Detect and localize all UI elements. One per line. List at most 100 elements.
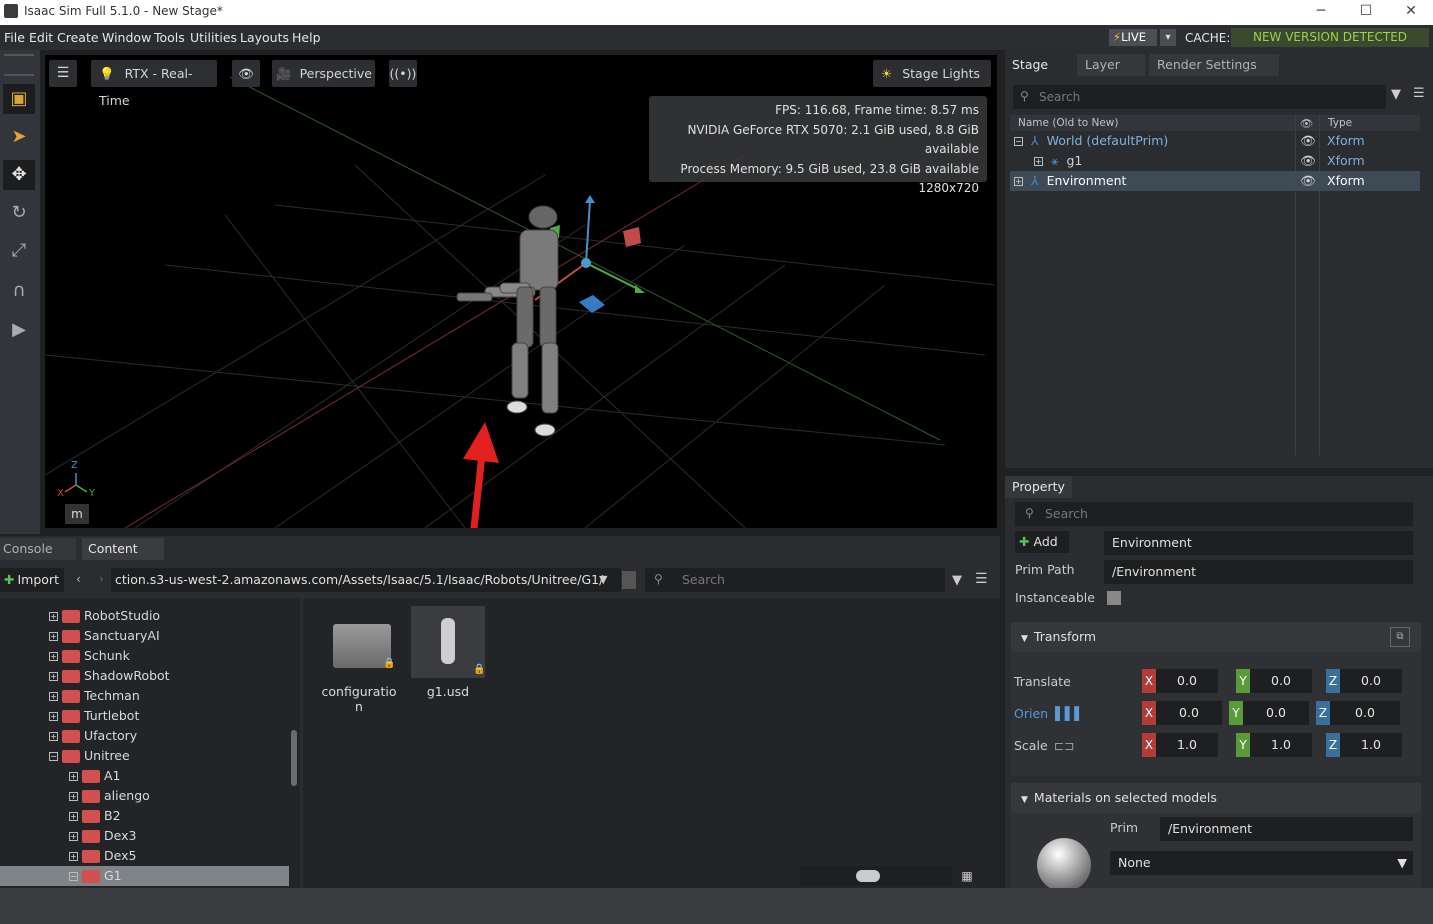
tab-layer[interactable]: Layer	[1077, 54, 1145, 76]
tree-scrollbar[interactable]	[291, 730, 297, 786]
broadcast-icon[interactable]: ((•))	[389, 60, 417, 87]
orient-y-field[interactable]: 0.0	[1243, 701, 1309, 725]
instanceable-checkbox[interactable]	[1107, 591, 1121, 605]
expand-icon[interactable]: +	[49, 652, 58, 661]
orient-label[interactable]: Orien ▐▐▐	[1014, 706, 1079, 721]
select-mode-icon[interactable]: ▣	[3, 84, 35, 114]
visibility-eye-icon[interactable]: 👁	[1300, 151, 1316, 171]
expand-icon[interactable]: +	[49, 612, 58, 621]
expand-icon[interactable]: +	[69, 772, 78, 781]
stage-row-environment[interactable]: + ⅄ Environment 👁 Xform	[1010, 171, 1420, 191]
menu-layouts[interactable]: Layouts	[240, 30, 289, 45]
collapse-icon[interactable]: −	[49, 752, 58, 761]
cache-status-badge[interactable]: NEW VERSION DETECTED	[1231, 28, 1429, 47]
collapse-icon[interactable]: −	[1014, 137, 1023, 146]
menu-file[interactable]: File	[4, 30, 25, 45]
filter-icon[interactable]: ▼	[1391, 87, 1401, 102]
property-search-input[interactable]: Search	[1015, 502, 1413, 526]
tree-item[interactable]: + Dex5	[0, 846, 300, 866]
file-item-g1-usd[interactable]: 🔒	[411, 606, 485, 678]
back-arrow-icon[interactable]: ‹	[76, 572, 81, 586]
tree-item[interactable]: − G1	[0, 866, 289, 886]
add-button[interactable]: ✚ Add	[1015, 531, 1069, 553]
translate-z-field[interactable]: 0.0	[1340, 669, 1402, 693]
tree-item[interactable]: + SanctuaryAI	[0, 626, 300, 646]
prim-name-field[interactable]: Environment	[1104, 531, 1413, 555]
tree-item[interactable]: + Turtlebot	[0, 706, 300, 726]
tree-item[interactable]: + Techman	[0, 686, 300, 706]
tree-item[interactable]: + Dex3	[0, 826, 300, 846]
transform-options-icon[interactable]: ⧉	[1390, 627, 1410, 647]
filter-icon[interactable]: ▼	[952, 573, 962, 588]
transform-section-header[interactable]: ▼ Transform	[1011, 622, 1421, 652]
expand-icon[interactable]: +	[49, 672, 58, 681]
column-type[interactable]: Type	[1328, 117, 1352, 129]
tree-item[interactable]: + Schunk	[0, 646, 300, 666]
prim-path-field[interactable]: /Environment	[1104, 560, 1413, 584]
select-arrow-icon[interactable]: ➤	[3, 122, 35, 152]
file-item-configuration[interactable]: 🔒	[331, 610, 395, 672]
expand-icon[interactable]: +	[1034, 157, 1043, 166]
material-select[interactable]: None ▼	[1110, 851, 1413, 875]
play-icon[interactable]: ▶	[3, 315, 35, 345]
viewport[interactable]: Z X Y m ☰ 💡 RTX - Real-Time 👁 🎥 Perspectiv…	[45, 55, 997, 528]
translate-y-field[interactable]: 0.0	[1250, 669, 1312, 693]
tree-item[interactable]: + ShadowRobot	[0, 666, 300, 686]
menu-edit[interactable]: Edit	[29, 30, 53, 45]
expand-icon[interactable]: +	[49, 732, 58, 741]
tree-item[interactable]: + aliengo	[0, 786, 300, 806]
materials-section-header[interactable]: ▼ Materials on selected models	[1011, 783, 1421, 813]
scale-z-field[interactable]: 1.0	[1340, 733, 1402, 757]
menu-tools[interactable]: Tools	[154, 30, 185, 45]
expand-icon[interactable]: +	[49, 692, 58, 701]
orient-z-field[interactable]: 0.0	[1330, 701, 1400, 725]
path-dropdown-icon[interactable]: ▼	[599, 573, 607, 586]
tree-item[interactable]: + RobotStudio	[0, 606, 300, 626]
expand-icon[interactable]: +	[69, 832, 78, 841]
expand-icon[interactable]: +	[69, 792, 78, 801]
rotate-icon[interactable]: ↻	[3, 198, 35, 228]
viewport-settings-icon[interactable]: ☰	[49, 60, 77, 87]
menu-window[interactable]: Window	[102, 30, 151, 45]
content-search-input[interactable]: Search	[645, 568, 945, 592]
material-prim-field[interactable]: /Environment	[1160, 817, 1413, 841]
snap-magnet-icon[interactable]: ∩	[3, 276, 35, 306]
bookmark-icon[interactable]	[622, 571, 636, 589]
link-icon[interactable]: ⊏⊐	[1054, 738, 1075, 753]
tab-render-settings[interactable]: Render Settings	[1149, 54, 1279, 76]
visibility-eye-icon[interactable]: 👁	[1300, 171, 1316, 191]
expand-icon[interactable]: +	[1014, 177, 1023, 186]
live-button[interactable]: ⚡LIVE	[1109, 29, 1157, 46]
menu-create[interactable]: Create	[57, 30, 99, 45]
collapse-icon[interactable]: −	[69, 872, 78, 881]
scale-x-field[interactable]: 1.0	[1156, 733, 1218, 757]
scale-y-field[interactable]: 1.0	[1250, 733, 1312, 757]
close-button[interactable]: ✕	[1388, 0, 1433, 25]
move-icon[interactable]: ✥	[3, 160, 35, 190]
unit-indicator[interactable]: m	[65, 504, 89, 524]
tree-item[interactable]: − Unitree	[0, 746, 300, 766]
stage-lights-button[interactable]: ☀ Stage Lights	[873, 60, 991, 87]
renderer-button[interactable]: 💡 RTX - Real-Time	[91, 60, 217, 108]
content-menu-icon[interactable]: ☰	[975, 571, 988, 587]
slider-handle[interactable]	[856, 870, 880, 882]
path-input[interactable]: ction.s3-us-west-2.amazonaws.com/Assets/…	[111, 568, 621, 592]
menu-help[interactable]: Help	[292, 30, 321, 45]
expand-icon[interactable]: +	[49, 712, 58, 721]
tree-item[interactable]: + Ufactory	[0, 726, 300, 746]
tab-stage[interactable]: Stage	[1005, 54, 1056, 76]
stage-search-input[interactable]: Search	[1013, 85, 1386, 109]
menu-utilities[interactable]: Utilities	[190, 30, 237, 45]
camera-button[interactable]: 🎥 Perspective	[272, 60, 375, 87]
expand-icon[interactable]: +	[69, 852, 78, 861]
tree-item[interactable]: + A1	[0, 766, 300, 786]
tab-console[interactable]: Console	[0, 538, 76, 560]
import-button[interactable]: ✚ Import	[0, 568, 64, 592]
tree-item[interactable]: + B2	[0, 806, 300, 826]
list-view-icon[interactable]: ▦	[957, 866, 977, 886]
orient-x-field[interactable]: 0.0	[1156, 701, 1222, 725]
forward-arrow-icon[interactable]: ›	[99, 572, 104, 586]
column-name[interactable]: Name (Old to New)	[1018, 117, 1118, 129]
scale-icon[interactable]: ⤢	[3, 236, 35, 266]
tab-content[interactable]: Content	[82, 538, 164, 560]
